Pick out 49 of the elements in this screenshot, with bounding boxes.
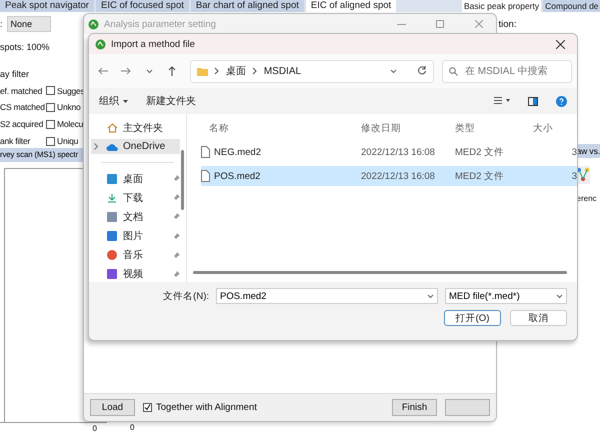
- filter-title: ay filter: [0, 68, 30, 79]
- cancel-button[interactable]: 取消: [510, 310, 567, 326]
- address-bar[interactable]: 桌面 MSDIAL: [190, 60, 434, 82]
- column-header[interactable]: 修改日期: [361, 122, 455, 134]
- dialog-title: Import a method file: [111, 38, 196, 50]
- filter-label: Molecu: [57, 119, 84, 130]
- tab[interactable]: Basic peak property: [462, 0, 542, 12]
- tab[interactable]: Compound de: [543, 0, 600, 12]
- filter-label: ef. matched: [0, 86, 44, 96]
- path-segment[interactable]: MSDIAL: [264, 66, 302, 76]
- sidebar-item[interactable]: 视频: [91, 266, 180, 282]
- finish-button[interactable]: Finish: [392, 399, 437, 416]
- field-label: tion:: [498, 19, 516, 30]
- dropdown-label: :: [0, 19, 3, 29]
- tab[interactable]: Peak spot navigator: [0, 0, 94, 12]
- tab[interactable]: Bar chart of aligned spot: [190, 0, 304, 12]
- load-button[interactable]: Load: [90, 399, 135, 416]
- sidebar-item[interactable]: 图片: [91, 228, 180, 244]
- sidebar-item[interactable]: 桌面: [91, 171, 180, 186]
- filter-label: Uniqu: [57, 136, 80, 146]
- open-button[interactable]: 打开(O): [444, 310, 501, 326]
- sidebar-item[interactable]: 下载: [91, 190, 180, 206]
- file-name-label: 文件名(N):: [163, 290, 209, 302]
- spots-text: spots: 100%: [0, 42, 50, 52]
- tab[interactable]: EIC of focused spot: [96, 0, 189, 12]
- file-name-field[interactable]: POS.med2: [216, 288, 438, 304]
- window-title: Analysis parameter setting: [104, 18, 217, 30]
- sidebar-item[interactable]: OneDrive: [91, 139, 180, 154]
- filter-label: ank filter: [0, 136, 32, 146]
- filter-label: S2 acquired: [0, 119, 44, 130]
- search-field[interactable]: 在 MSDIAL 中搜索: [442, 60, 572, 82]
- checkbox-label: Together with Alignment: [156, 402, 257, 413]
- axis-label: 0: [130, 423, 134, 432]
- dropdown[interactable]: None: [6, 16, 51, 32]
- filter-label: CS matched: [0, 102, 44, 112]
- column-header[interactable]: 大小: [533, 122, 577, 134]
- new-folder-button[interactable]: 新建文件夹: [146, 94, 196, 108]
- column-header[interactable]: 类型: [455, 122, 533, 134]
- organize-menu[interactable]: 组织: [99, 94, 128, 108]
- sidebar-item[interactable]: 主文件夹: [91, 120, 180, 136]
- file-type-dropdown[interactable]: MED file(*.med*): [445, 288, 567, 304]
- path-segment[interactable]: 桌面: [226, 64, 246, 78]
- file-row[interactable]: POS.med2 2022/12/13 16:08 MED2 文件 3: [201, 166, 577, 186]
- sidebar-item[interactable]: 音乐: [91, 248, 180, 263]
- tab[interactable]: EIC of aligned spot: [306, 0, 396, 12]
- filter-label: Unkno: [57, 102, 82, 112]
- column-header[interactable]: 名称: [201, 122, 361, 134]
- axis-label: 0: [92, 424, 97, 432]
- sidebar-item[interactable]: 文档: [91, 209, 180, 225]
